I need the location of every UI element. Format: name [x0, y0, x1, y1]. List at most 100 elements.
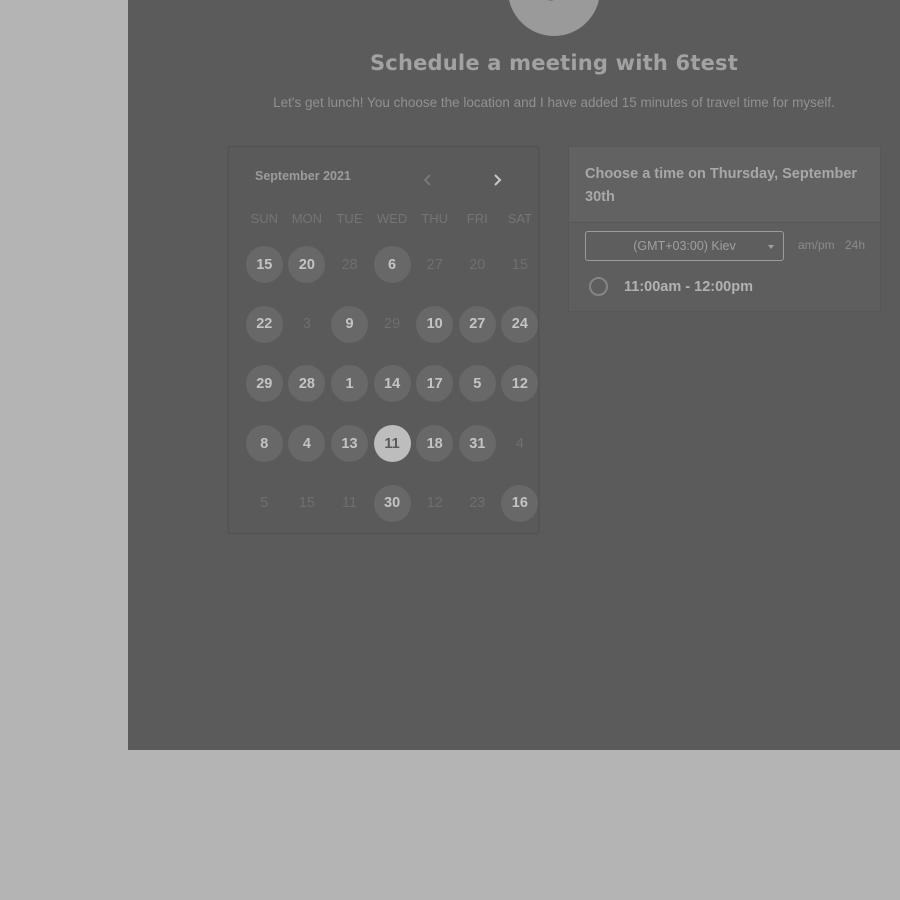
- calendar-day[interactable]: 6: [373, 246, 411, 284]
- calendar-day: 3: [288, 306, 325, 343]
- calendar-day: 28: [331, 246, 368, 283]
- calendar-day[interactable]: 8: [245, 425, 283, 463]
- calendar-day-cell: 3: [286, 295, 329, 355]
- calendar-day-cell: 27: [456, 295, 499, 355]
- caret-down-icon: [768, 245, 774, 249]
- calendar-day-cell: 1: [328, 354, 371, 414]
- calendar-day-cell: 12: [499, 354, 542, 414]
- chevron-right-icon: [494, 174, 502, 186]
- calendar-day: 15: [501, 246, 538, 283]
- calendar-day[interactable]: 16: [501, 484, 539, 522]
- calendar-day: 15: [288, 485, 325, 522]
- page-title: Schedule a meeting with 6test: [369, 51, 738, 75]
- avatar-initial: a: [543, 0, 566, 6]
- calendar-day[interactable]: 10: [416, 305, 454, 343]
- calendar-day[interactable]: 4: [288, 425, 326, 463]
- chevron-left-icon: [423, 174, 431, 186]
- host-avatar: a: [508, 0, 600, 36]
- calendar-day-cell: 29: [371, 295, 414, 355]
- calendar-day[interactable]: 31: [458, 425, 496, 463]
- calendar-day: 23: [459, 485, 496, 522]
- weekday-label: FRI: [466, 211, 488, 226]
- calendar-day[interactable]: 14: [373, 365, 411, 403]
- calendar-day: 11: [331, 485, 368, 522]
- calendar-day-cell: 4: [286, 414, 329, 474]
- calendar-day-cell: 24: [499, 295, 542, 355]
- scheduling-panel: a Schedule a meeting with 6test Let's ge…: [128, 0, 900, 750]
- calendar-day-cell: 8: [243, 414, 286, 474]
- calendar-day[interactable]: 29: [245, 365, 283, 403]
- calendar-day[interactable]: 5: [458, 365, 496, 403]
- calendar-day-cell: 22: [243, 295, 286, 355]
- calendar-day[interactable]: 22: [245, 305, 283, 343]
- calendar-day: 27: [416, 246, 453, 283]
- calendar-days: 15 20 28 6 27 20 15 22 3 9 29 10 27 24 29 28 1 14 17 5 12 8 4 1…: [243, 235, 543, 533]
- meeting-description: Let's get lunch! You choose the location…: [273, 95, 835, 110]
- calendar-day-cell: 5: [456, 354, 499, 414]
- calendar-day[interactable]: 24: [501, 305, 539, 343]
- calendar-day-cell: 31: [456, 414, 499, 474]
- calendar-day-cell: 15: [286, 473, 329, 533]
- calendar-day[interactable]: 1: [330, 365, 368, 403]
- calendar-day[interactable]: 13: [330, 425, 368, 463]
- calendar-day-cell: 13: [328, 414, 371, 474]
- calendar-day: 5: [246, 485, 283, 522]
- calendar-day-cell: 18: [413, 414, 456, 474]
- weekday-label: THU: [421, 211, 449, 226]
- calendar-day[interactable]: 30: [373, 484, 411, 522]
- time-slot[interactable]: 11:00am - 12:00pm: [589, 277, 753, 296]
- calendar-day-cell: 15: [499, 235, 542, 295]
- calendar-day-cell: 9: [328, 295, 371, 355]
- calendar-day-selected[interactable]: 11: [373, 425, 411, 463]
- calendar-day: 12: [416, 485, 453, 522]
- time-slot-label: 11:00am - 12:00pm: [624, 278, 753, 295]
- calendar-day-cell: 17: [413, 354, 456, 414]
- date-picker: September 2021 SUN MON TUE WED THU FRI S…: [228, 146, 539, 534]
- calendar-day[interactable]: 18: [416, 425, 454, 463]
- format-12h-toggle[interactable]: am/pm: [798, 238, 835, 252]
- calendar-day-cell: 28: [328, 235, 371, 295]
- calendar-day-cell: 12: [413, 473, 456, 533]
- calendar-day: 20: [459, 246, 496, 283]
- next-month-button[interactable]: [486, 169, 508, 191]
- format-24h-toggle[interactable]: 24h: [845, 238, 865, 252]
- calendar-day[interactable]: 17: [416, 365, 454, 403]
- calendar-day: 29: [374, 306, 411, 343]
- calendar-day-cell: 29: [243, 354, 286, 414]
- timezone-select[interactable]: (GMT+03:00) Kiev: [585, 231, 784, 261]
- calendar-day[interactable]: 15: [245, 246, 283, 284]
- calendar-day-cell: 20: [456, 235, 499, 295]
- calendar-day-cell: 28: [286, 354, 329, 414]
- calendar-day-cell: 15: [243, 235, 286, 295]
- weekday-label: MON: [291, 211, 323, 226]
- calendar-day-cell: 5: [243, 473, 286, 533]
- calendar-day-cell: 30: [371, 473, 414, 533]
- month-label: September 2021: [255, 169, 351, 183]
- timezone-value: (GMT+03:00) Kiev: [633, 239, 736, 253]
- previous-month-button[interactable]: [417, 169, 439, 191]
- calendar-day: 4: [501, 425, 538, 462]
- calendar-day-cell: 23: [456, 473, 499, 533]
- weekday-label: TUE: [336, 211, 363, 226]
- calendar-day[interactable]: 27: [458, 305, 496, 343]
- calendar-day-cell: 10: [413, 295, 456, 355]
- calendar-day-cell: 27: [413, 235, 456, 295]
- calendar-day-cell: 4: [499, 414, 542, 474]
- weekday-header: SUN MON TUE WED THU FRI SAT: [243, 207, 543, 231]
- time-slot-radio[interactable]: [589, 277, 608, 296]
- calendar-day-cell: 20: [286, 235, 329, 295]
- weekday-label: SAT: [507, 211, 533, 226]
- calendar-day-cell: 6: [371, 235, 414, 295]
- calendar-day-cell: 11: [328, 473, 371, 533]
- weekday-label: WED: [376, 211, 408, 226]
- calendar-day[interactable]: 20: [288, 246, 326, 284]
- weekday-label: SUN: [250, 211, 279, 226]
- time-selection: Choose a time on Thursday, September 30t…: [568, 146, 881, 312]
- calendar-day[interactable]: 28: [288, 365, 326, 403]
- calendar-day-cell: 16: [499, 473, 542, 533]
- calendar-day[interactable]: 12: [501, 365, 539, 403]
- calendar-day-cell: 14: [371, 354, 414, 414]
- time-heading: Choose a time on Thursday, September 30t…: [569, 147, 880, 223]
- calendar-day[interactable]: 9: [330, 305, 368, 343]
- calendar-day-cell: 11: [371, 414, 414, 474]
